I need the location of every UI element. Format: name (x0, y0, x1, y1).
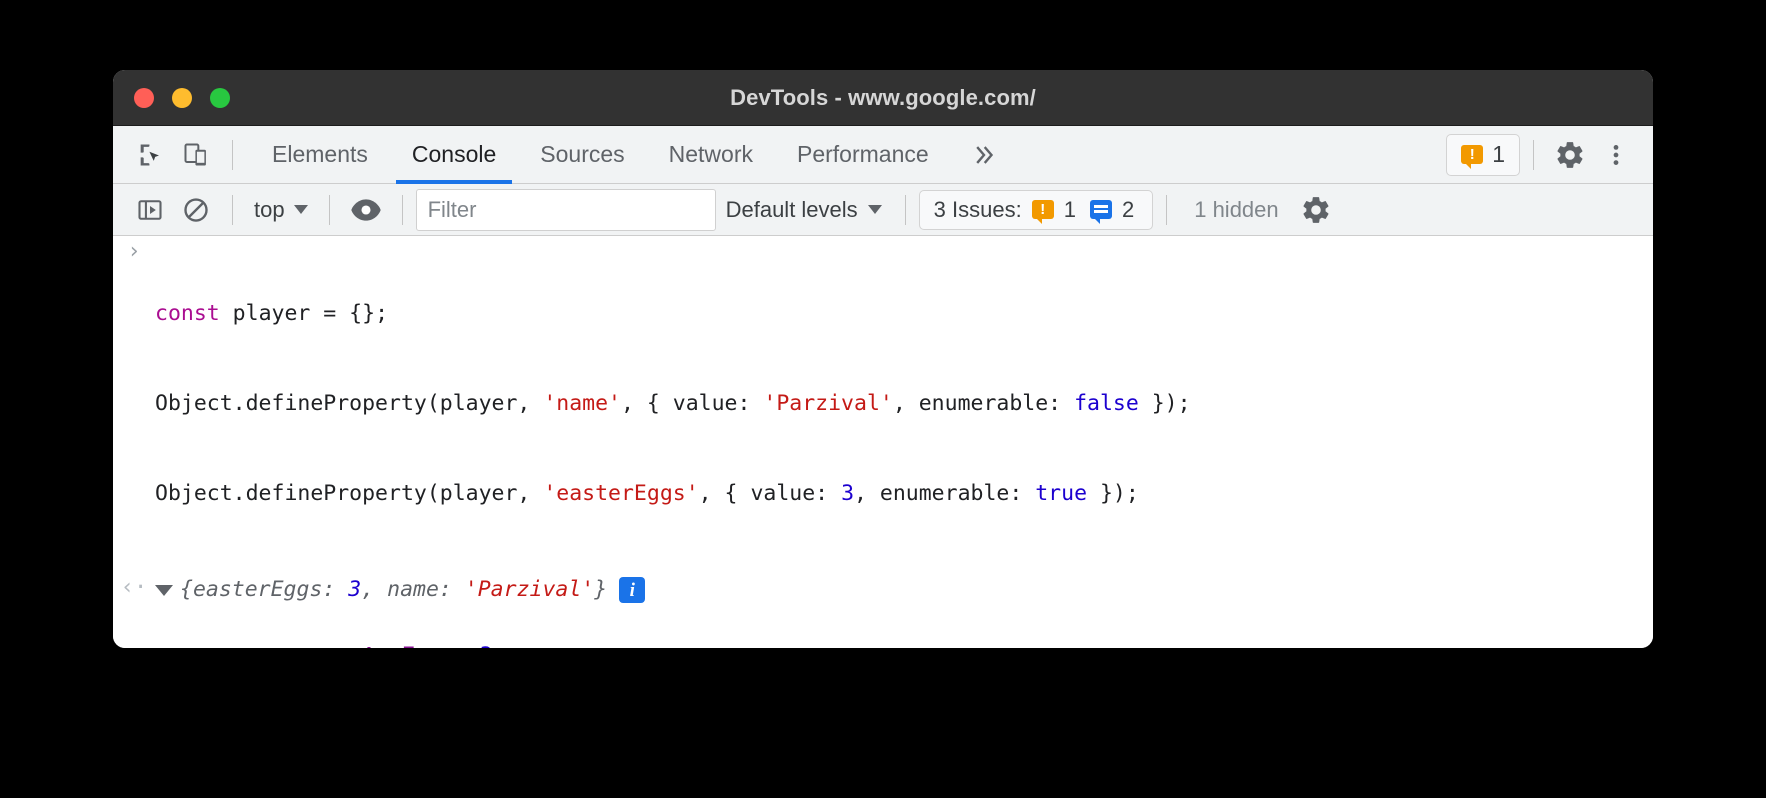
tab-sources[interactable]: Sources (518, 126, 646, 183)
tab-elements[interactable]: Elements (250, 126, 390, 183)
chevron-down-icon (293, 205, 308, 214)
execution-context-label: top (254, 196, 285, 222)
live-expression-icon[interactable] (343, 188, 389, 232)
issues-summary-chip[interactable]: 3 Issues: ! 1 2 (918, 189, 1154, 230)
issues-label: 3 Issues: (933, 196, 1022, 222)
execution-context-selector[interactable]: top (246, 197, 316, 223)
property-separator: : (454, 643, 480, 648)
code-token: 'Parzival' (763, 391, 893, 416)
code-token: Object.defineProperty(player, (155, 481, 544, 506)
tab-performance-label: Performance (797, 141, 929, 167)
console-input-code: const player = {}; Object.defineProperty… (113, 239, 1653, 569)
tab-network[interactable]: Network (647, 126, 775, 183)
chevron-down-icon (867, 205, 882, 214)
console-input-message: › const player = {}; Object.defineProper… (113, 236, 1653, 572)
tab-sources-label: Sources (540, 141, 625, 167)
code-token: }); (1087, 481, 1139, 506)
object-preview-text: {easterEggs: 3, name: 'Parzival'} (180, 575, 607, 605)
warning-bubble-icon: ! (1031, 200, 1054, 224)
console-toolbar: top Default levels 3 Issues: ! (113, 184, 1653, 236)
traffic-lights (134, 87, 230, 108)
maximize-window-button[interactable] (210, 87, 230, 108)
preview-token: } (594, 577, 608, 602)
tabbar-right-actions: ! 1 (1446, 133, 1653, 177)
toolbar-divider-1 (232, 194, 233, 225)
code-token: player = {}; (219, 301, 389, 326)
clear-console-icon[interactable] (173, 188, 219, 232)
log-levels-selector[interactable]: Default levels (716, 197, 892, 223)
toolbar-divider-3 (401, 194, 403, 225)
tabbar-right-divider (1533, 139, 1534, 170)
code-token: 'name' (543, 391, 621, 416)
panel-tabs: Elements Console Sources Network Perform… (250, 126, 1019, 184)
console-message-list[interactable]: › const player = {}; Object.defineProper… (113, 236, 1653, 648)
filter-input[interactable] (415, 188, 716, 231)
issues-info-count: 2 (1121, 196, 1135, 222)
code-token: true (1035, 481, 1088, 506)
info-badge-icon[interactable]: i (619, 577, 646, 603)
code-token: 3 (841, 481, 855, 506)
close-window-button[interactable] (134, 87, 154, 108)
code-token: , enumerable: (892, 391, 1075, 416)
info-bubble-icon (1089, 200, 1112, 224)
three-dot-menu-icon[interactable] (1593, 133, 1639, 177)
sidebar-toggle-icon[interactable] (127, 188, 173, 232)
code-token: , { value: (621, 391, 764, 416)
code-token: const (155, 301, 220, 326)
tabbar-divider (232, 139, 233, 170)
code-line: Object.defineProperty(player, 'easterEgg… (155, 479, 1653, 509)
object-property-row[interactable]: easterEggs: 3 (113, 605, 1653, 648)
tab-console[interactable]: Console (390, 126, 518, 184)
toolbar-divider-5 (1166, 194, 1168, 225)
property-value: 3 (480, 643, 493, 648)
warning-count-label: 1 (1492, 141, 1505, 167)
result-preview-row[interactable]: {easterEggs: 3, name: 'Parzival'} i (113, 575, 1653, 605)
code-token: , { value: (698, 481, 842, 506)
devtools-tabbar: Elements Console Sources Network Perform… (113, 126, 1653, 184)
expand-object-triangle-icon[interactable] (155, 584, 173, 596)
tab-performance[interactable]: Performance (775, 126, 951, 183)
gear-icon[interactable] (1547, 133, 1593, 177)
tab-console-label: Console (411, 141, 497, 167)
toolbar-divider-2 (328, 194, 330, 225)
code-token: false (1074, 391, 1139, 416)
device-toolbar-icon[interactable] (173, 133, 219, 177)
tab-elements-label: Elements (272, 141, 368, 167)
code-token: , enumerable: (854, 481, 1036, 506)
log-levels-label: Default levels (725, 196, 858, 222)
property-key: easterEggs (324, 643, 453, 648)
code-token: }); (1138, 391, 1191, 416)
code-token: 'easterEggs' (543, 481, 699, 506)
inspect-cursor-icon[interactable] (127, 133, 173, 177)
tab-network-label: Network (668, 141, 753, 167)
output-prompt-glyph: ‹· (120, 575, 148, 600)
warning-bubble-icon: ! (1461, 145, 1484, 169)
preview-token: 3 (348, 577, 362, 602)
toolbar-divider-4 (904, 194, 906, 225)
code-line: Object.defineProperty(player, 'name', { … (155, 389, 1653, 419)
issues-warning-count: 1 (1063, 196, 1076, 222)
input-prompt-glyph: › (127, 239, 141, 264)
window-titlebar: DevTools - www.google.com/ (113, 70, 1653, 126)
minimize-window-button[interactable] (172, 87, 192, 108)
window-title: DevTools - www.google.com/ (730, 84, 1036, 110)
code-token: Object.defineProperty(player, (155, 391, 544, 416)
screen-root: DevTools - www.google.com/ Elements Cons… (0, 0, 1766, 798)
warning-count-chip[interactable]: ! 1 (1446, 133, 1520, 176)
gear-icon[interactable] (1293, 188, 1339, 232)
hidden-messages-label[interactable]: 1 hidden (1180, 197, 1292, 223)
preview-token: , name: (361, 577, 465, 602)
code-line: const player = {}; (155, 299, 1653, 329)
chevron-double-right-icon[interactable] (951, 126, 1019, 183)
preview-token: {easterEggs: (180, 577, 349, 602)
console-result-message: ‹· {easterEggs: 3, name: 'Parzival'} i e… (113, 572, 1653, 648)
preview-token: 'Parzival' (464, 577, 595, 602)
devtools-window: DevTools - www.google.com/ Elements Cons… (113, 70, 1653, 648)
